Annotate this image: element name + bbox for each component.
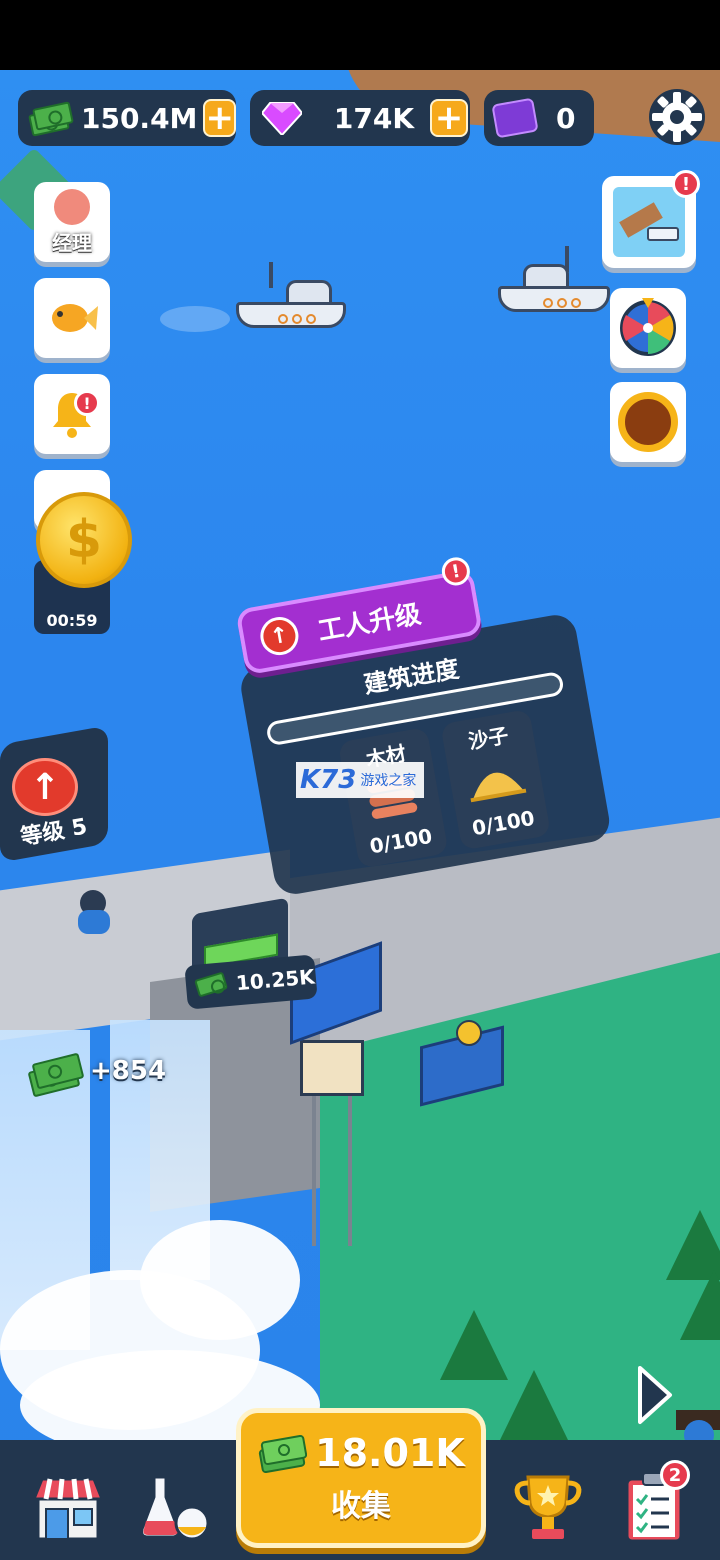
- gem-value: 174K: [333, 101, 415, 135]
- upgrade-arrow-icon: ↑: [257, 614, 302, 659]
- goldfish-button[interactable]: [34, 278, 110, 358]
- sand-pile-icon: [470, 772, 527, 803]
- dock-thumbnail-icon: [613, 187, 685, 257]
- lucky-wheel-button[interactable]: [610, 288, 686, 368]
- cash-counter: 150.4M +: [18, 90, 236, 146]
- build-progress-widget: ↑ 工人升级 ! 建筑进度 木材 0/100 沙子 0/100: [214, 531, 626, 918]
- worker-body: [78, 910, 110, 934]
- notifications-button[interactable]: !: [34, 374, 110, 454]
- tree: [500, 1370, 568, 1440]
- cash-stack-icon: [259, 1434, 308, 1473]
- settings-gear-icon[interactable]: [646, 86, 708, 148]
- spray-cloud: [140, 1220, 300, 1340]
- manager-button[interactable]: 经理: [34, 182, 110, 262]
- resource-amount: 0/100: [367, 823, 434, 859]
- tower-legs: [312, 1096, 352, 1246]
- bell-badge: !: [74, 390, 100, 416]
- watermark-brand: K73: [300, 765, 357, 795]
- manager-label: 经理: [52, 230, 92, 255]
- gem-counter: 174K +: [250, 90, 470, 146]
- collect-button[interactable]: 18.01K 收集: [236, 1408, 486, 1548]
- coin-icon[interactable]: $: [36, 492, 132, 588]
- add-gems-button[interactable]: +: [430, 99, 468, 137]
- cash-icon: [27, 1050, 86, 1098]
- manager-avatar-icon: [54, 188, 90, 225]
- shop-icon: [31, 1477, 105, 1541]
- shop-button[interactable]: [28, 1466, 108, 1548]
- guard-tower[interactable]: [300, 1040, 364, 1096]
- tasks-button[interactable]: 2: [614, 1460, 694, 1548]
- ticket-icon: [491, 97, 539, 139]
- offer-timer-text: 00:59: [46, 611, 98, 630]
- ticket-counter: 0: [484, 90, 594, 146]
- dock-building-button[interactable]: !: [602, 170, 700, 268]
- research-button[interactable]: [134, 1466, 214, 1548]
- worker-upgrade-label: 工人升级: [315, 598, 424, 647]
- trophy-icon: [514, 1475, 582, 1539]
- trophy-button[interactable]: [508, 1466, 588, 1548]
- income-popup: +854: [90, 1056, 167, 1086]
- status-bar: [0, 0, 720, 70]
- collect-amount: 18.01K: [315, 1431, 465, 1475]
- rate-value: 10.25K: [235, 964, 316, 996]
- gem-icon: [260, 101, 304, 137]
- level-up-button[interactable]: ↑: [12, 758, 78, 816]
- collect-label: 收集: [331, 1489, 391, 1524]
- cash-value: 150.4M: [80, 101, 198, 135]
- tree: [440, 1310, 508, 1380]
- dock-badge: !: [672, 170, 700, 198]
- tree: [680, 1270, 720, 1340]
- cash-icon: [194, 968, 232, 1005]
- ticket-value: 0: [556, 101, 576, 135]
- goldfish-icon: [52, 304, 98, 332]
- cash-icon: [28, 101, 74, 137]
- next-area-arrow-icon[interactable]: [636, 1364, 674, 1426]
- fishing-boat[interactable]: [236, 256, 346, 328]
- worker[interactable]: [456, 1020, 482, 1046]
- add-cash-button[interactable]: +: [203, 99, 236, 137]
- wheel-icon: [620, 298, 676, 356]
- tasks-badge: 2: [660, 1460, 690, 1490]
- watermark-sub: 游戏之家: [360, 773, 417, 789]
- fishing-boat[interactable]: [498, 246, 610, 312]
- water-ripple: [160, 306, 230, 332]
- flask-icon: [140, 1475, 210, 1541]
- ring-icon: [618, 392, 678, 452]
- watermark: K73 游戏之家: [296, 762, 424, 798]
- gold-ring-button[interactable]: [610, 382, 686, 462]
- resource-amount: 0/100: [470, 805, 537, 841]
